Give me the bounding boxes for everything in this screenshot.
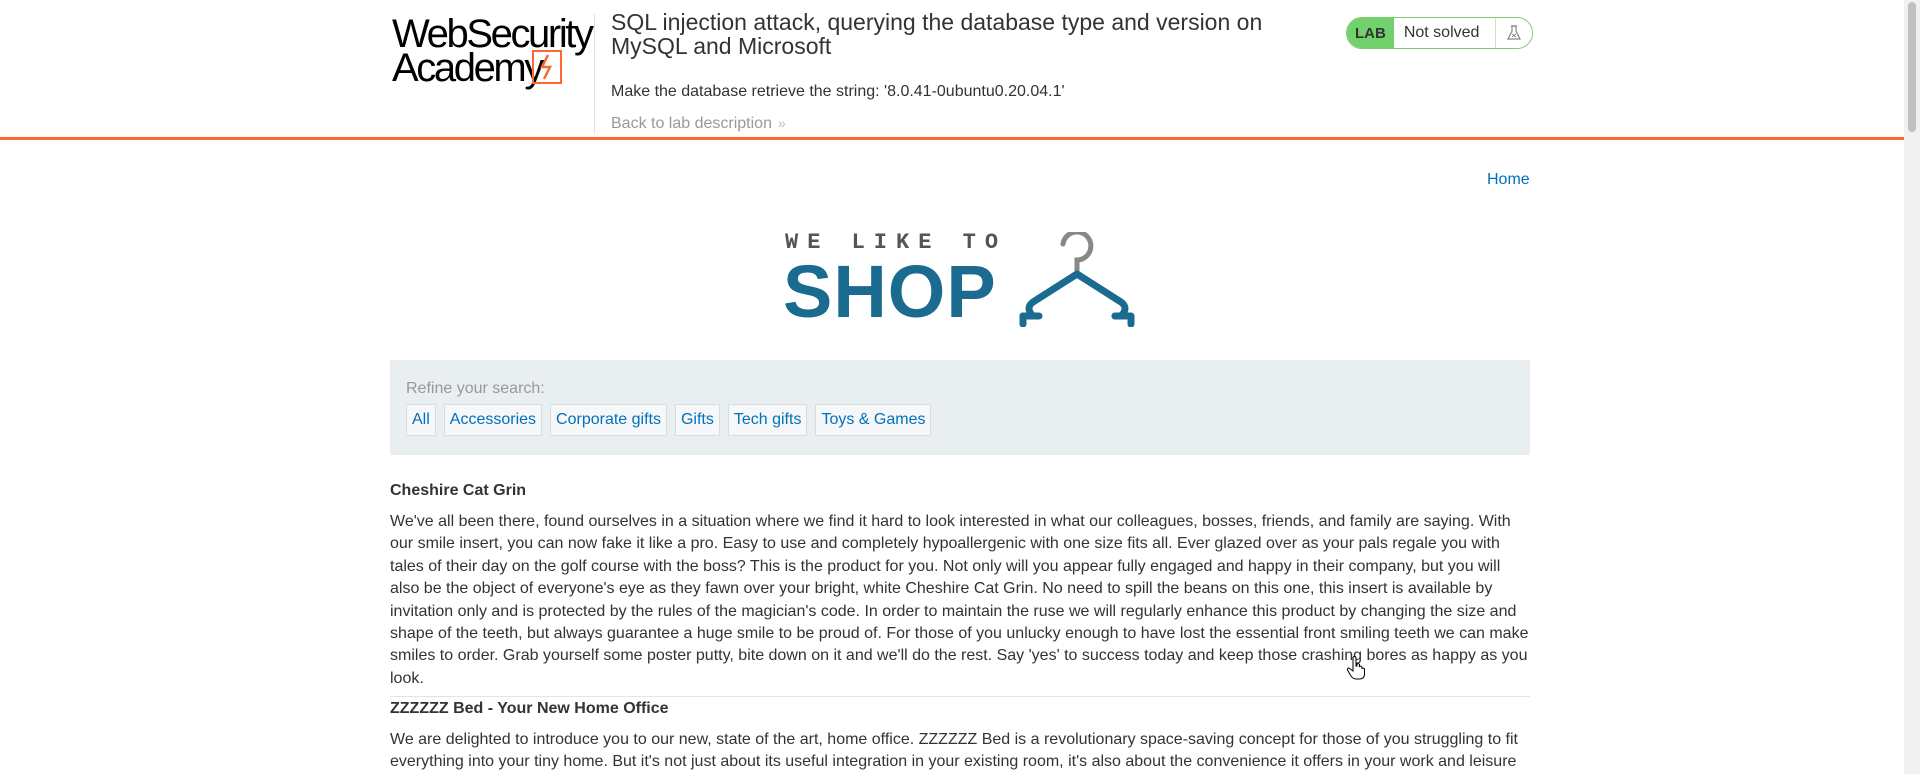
filter-panel: Refine your search: All Accessories Corp… bbox=[390, 360, 1530, 455]
lab-status-widget: LAB Not solved bbox=[1346, 17, 1534, 49]
product-item: ZZZZZZ Bed - Your New Home Office We are… bbox=[390, 700, 1530, 774]
home-link[interactable]: Home bbox=[1487, 171, 1530, 189]
filter-all[interactable]: All bbox=[406, 404, 436, 436]
lab-objective: Make the database retrieve the string: '… bbox=[611, 83, 1065, 100]
filter-label: Refine your search: bbox=[406, 380, 545, 397]
lab-title: SQL injection attack, querying the datab… bbox=[611, 9, 1263, 59]
shop-logo-word: SHOP bbox=[783, 250, 997, 333]
shop-logo[interactable]: WE LIKE TO SHOP bbox=[783, 230, 1143, 333]
lightning-icon bbox=[532, 50, 562, 84]
header-divider bbox=[594, 14, 595, 134]
divider bbox=[390, 696, 1530, 698]
web-security-academy-logo[interactable]: WebSecurity Academy bbox=[392, 14, 594, 92]
product-description: We are delighted to introduce you to our… bbox=[390, 731, 1518, 771]
product-title: ZZZZZZ Bed - Your New Home Office bbox=[390, 700, 669, 717]
lab-status-text: Not solved bbox=[1393, 18, 1496, 48]
filter-accessories[interactable]: Accessories bbox=[443, 404, 543, 436]
product-title: Cheshire Cat Grin bbox=[390, 482, 527, 499]
filter-corporate-gifts[interactable]: Corporate gifts bbox=[550, 404, 667, 436]
lab-badge: LAB bbox=[1347, 18, 1394, 48]
page-scrollbar[interactable] bbox=[1904, 0, 1920, 774]
filter-tech-gifts[interactable]: Tech gifts bbox=[727, 404, 808, 436]
hand-pointer-cursor-icon bbox=[1346, 656, 1365, 680]
back-to-lab-description-link[interactable]: Back to lab description » bbox=[611, 115, 786, 133]
filter-toys-games[interactable]: Toys & Games bbox=[815, 404, 932, 436]
back-link-label: Back to lab description bbox=[611, 115, 772, 132]
academy-header: WebSecurity Academy SQL injection attack… bbox=[0, 0, 1904, 140]
filter-list: All Accessories Corporate gifts Gifts Te… bbox=[406, 404, 939, 436]
coat-hanger-icon bbox=[1019, 232, 1135, 327]
scrollbar-thumb[interactable] bbox=[1908, 2, 1916, 132]
flask-icon[interactable] bbox=[1495, 18, 1533, 48]
double-chevron-right-icon: » bbox=[777, 115, 786, 131]
logo-line-2: Academy bbox=[392, 46, 544, 90]
filter-gifts[interactable]: Gifts bbox=[674, 404, 720, 436]
